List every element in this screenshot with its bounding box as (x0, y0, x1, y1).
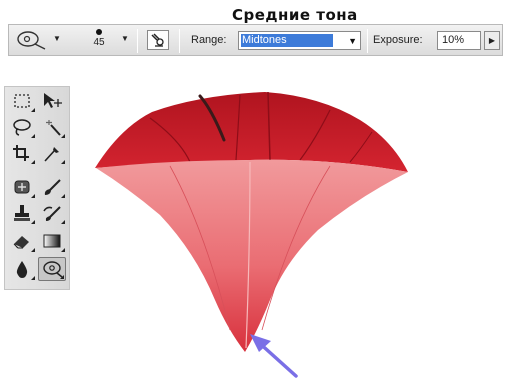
pointer-arrow-icon (250, 334, 298, 378)
flower-image (95, 91, 408, 352)
canvas-image (95, 91, 408, 378)
